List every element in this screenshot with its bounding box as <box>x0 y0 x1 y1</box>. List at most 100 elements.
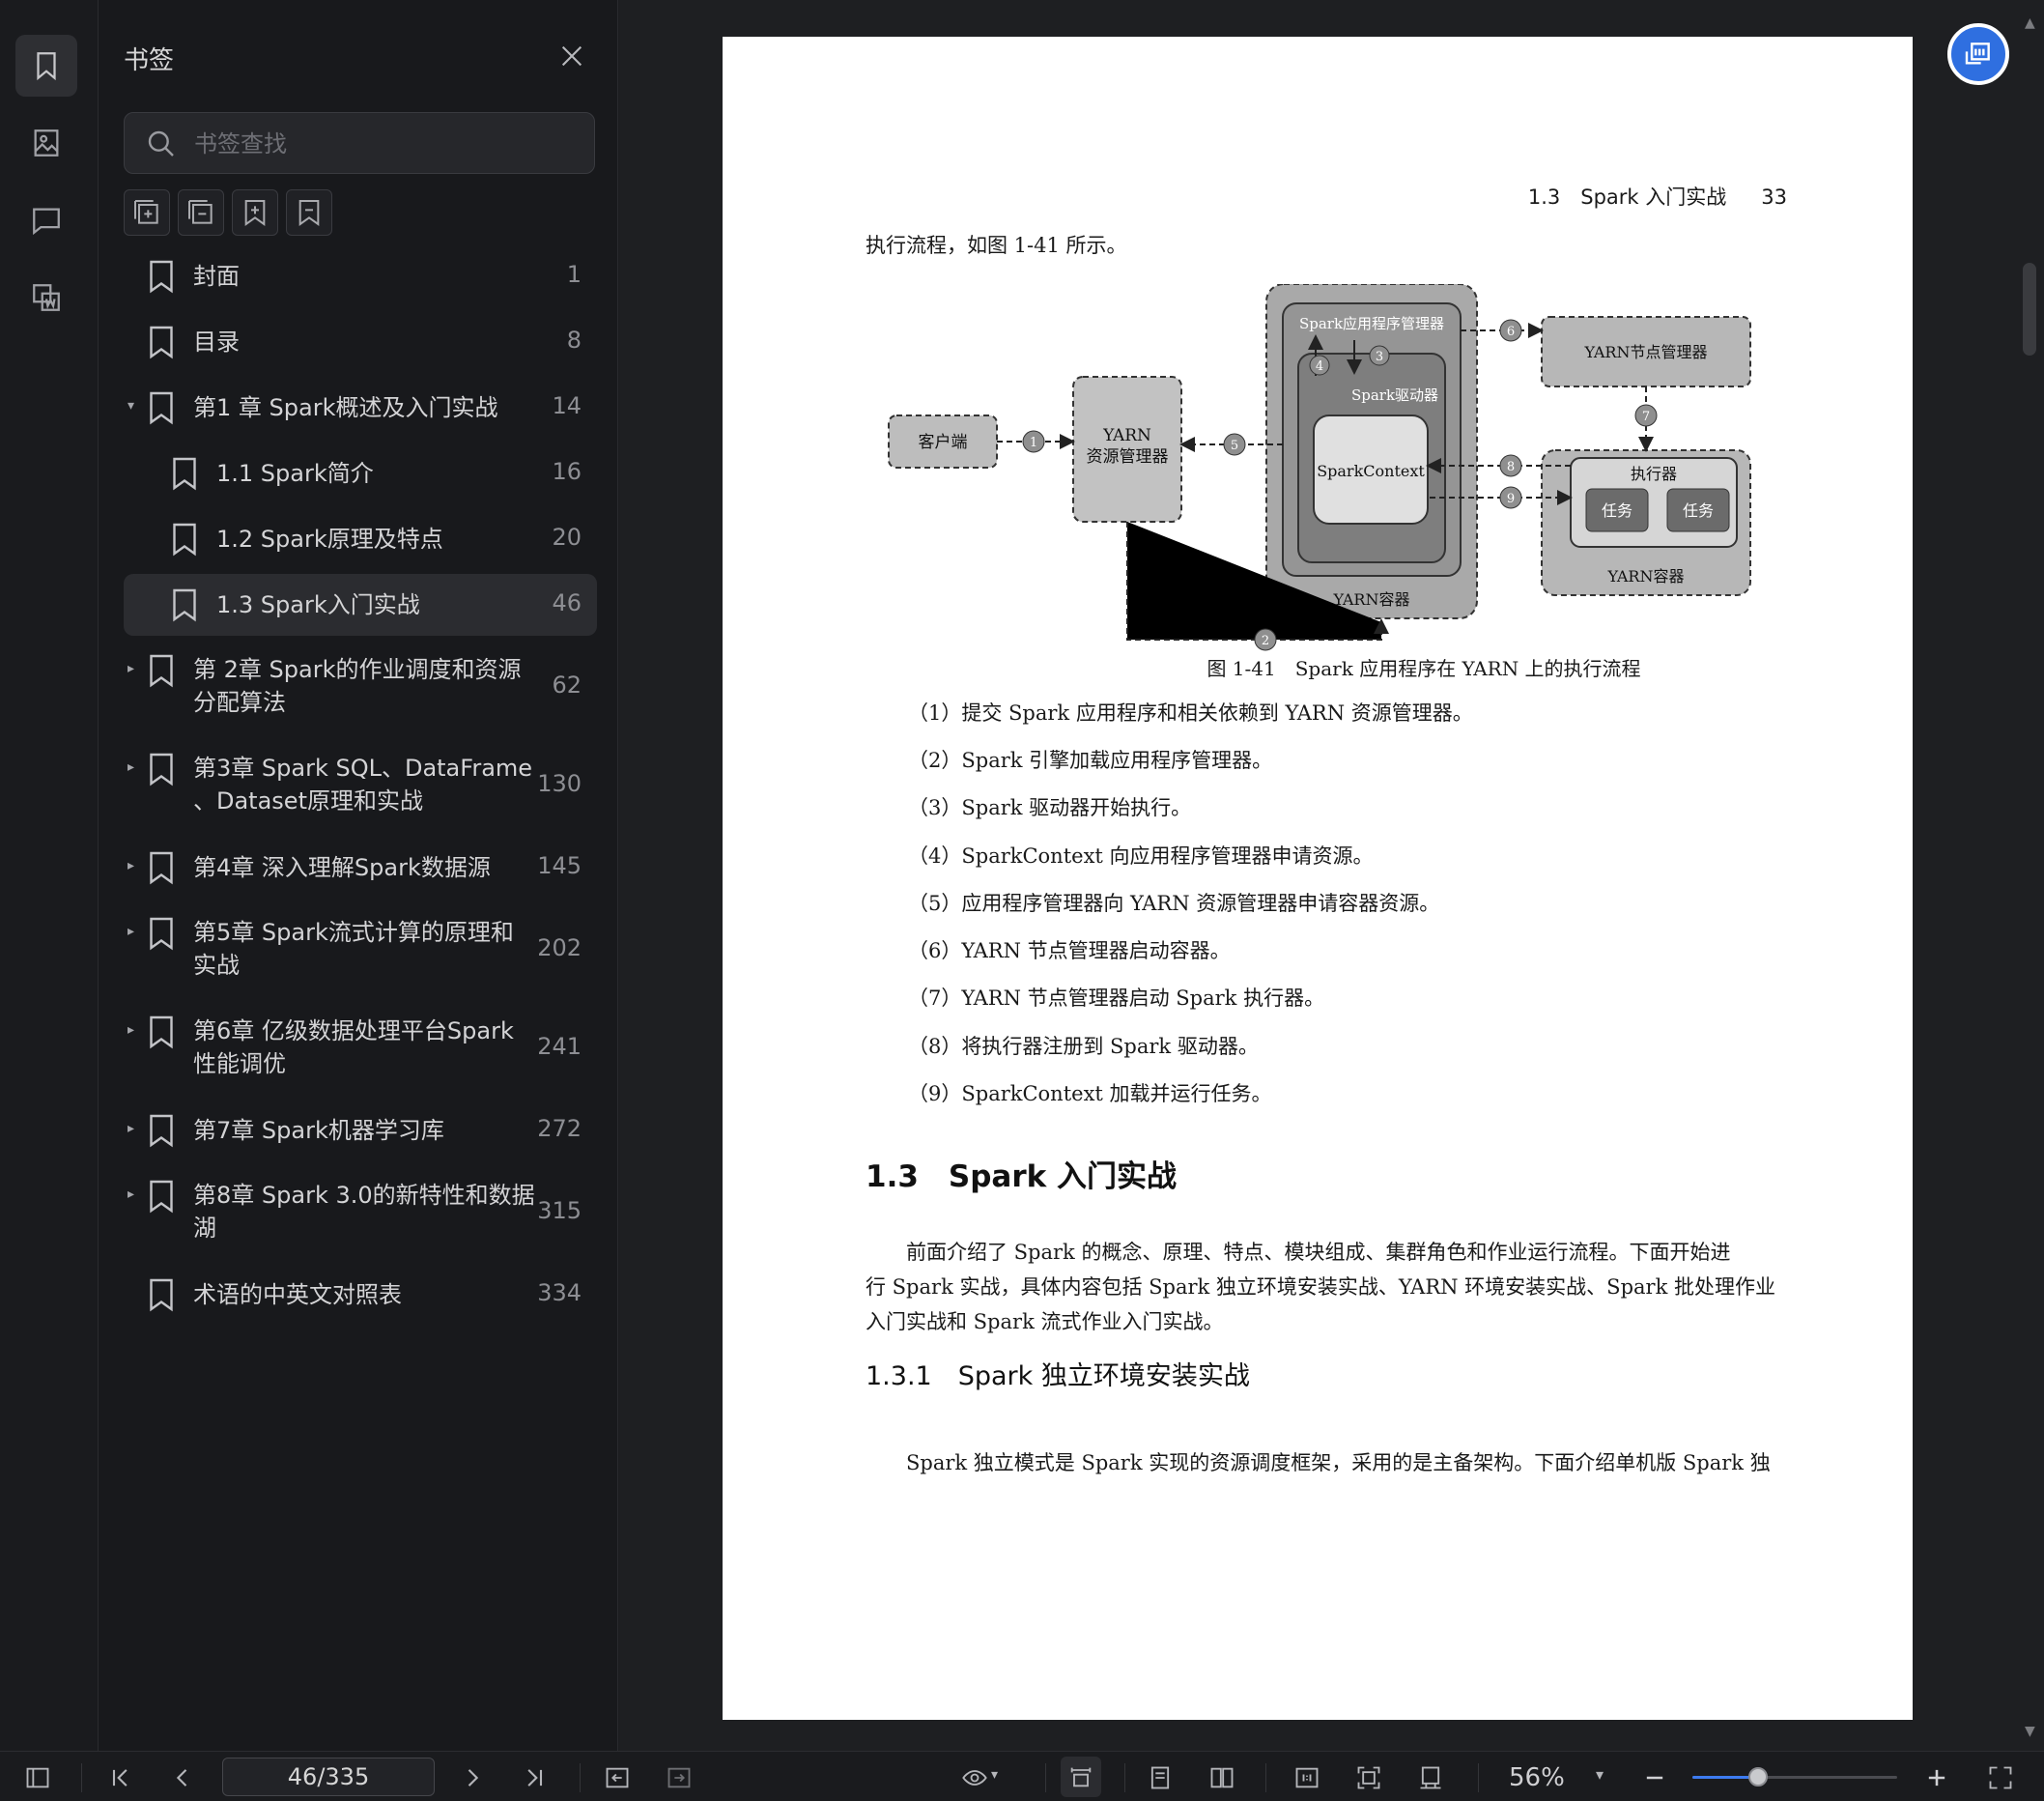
scroll-down-arrow[interactable]: ▼ <box>2025 1724 2035 1739</box>
comments-tab-button[interactable] <box>15 189 77 251</box>
bookmark-marker-button[interactable] <box>286 189 332 236</box>
badge-1-label: 1 <box>1030 436 1037 450</box>
last-page-icon <box>527 1769 543 1787</box>
panel-title: 书签 <box>124 46 175 75</box>
add-bookmark-button[interactable] <box>124 189 170 236</box>
thumbnails-tab-button[interactable] <box>15 112 77 174</box>
bookmark-page-number: 315 <box>537 1197 582 1224</box>
double-page-icon <box>1210 1767 1234 1788</box>
expand-caret-icon[interactable]: ▸ <box>128 661 134 676</box>
chevron-left-icon <box>176 1769 187 1787</box>
bookmark-item[interactable]: 1.3 Spark入门实战 46 <box>124 574 597 636</box>
expand-caret-icon[interactable]: ▸ <box>128 858 134 873</box>
zoom-dropdown-caret[interactable]: ▾ <box>1596 1765 1604 1784</box>
bookmark-label: 1.1 Spark简介 <box>216 460 374 487</box>
bookmark-label-continued: 性能调优 <box>193 1050 286 1077</box>
image-icon <box>34 129 59 157</box>
expand-caret-icon[interactable]: ▸ <box>128 924 134 939</box>
bookmark-icon <box>150 654 173 688</box>
bookmark-item[interactable]: ▸ 第6章 亿级数据处理平台Spark 性能调优 241 <box>124 1001 597 1096</box>
toggle-sidebar-button[interactable] <box>21 1761 54 1794</box>
bookmarks-tab-button[interactable] <box>15 35 77 97</box>
bookmark-item[interactable]: 封面 1 <box>124 245 597 307</box>
intro-text: 执行流程，如图 1-41 所示。 <box>866 234 1127 257</box>
convert-icon <box>33 284 60 311</box>
collapse-all-icon <box>188 200 213 224</box>
bookmark-icon <box>150 260 173 294</box>
section-paragraph-line: 行 Spark 实战，具体内容包括 Spark 独立环境安装实战、YARN 环境… <box>866 1275 1775 1299</box>
next-page-button[interactable] <box>456 1761 489 1794</box>
single-page-icon <box>1150 1766 1170 1789</box>
expand-caret-icon[interactable]: ▸ <box>128 1121 134 1136</box>
document-viewer[interactable]: 1.3 Spark 入门实战 33 执行流程，如图 1-41 所示。 客户端 YA… <box>619 0 2044 1751</box>
chevron-right-icon <box>468 1769 479 1787</box>
bookmark-item[interactable]: ▸ 第5章 Spark流式计算的原理和 实战 202 <box>124 902 597 997</box>
single-page-button[interactable] <box>1144 1761 1177 1794</box>
step-item: （9）SparkContext 加载并运行任务。 <box>908 1082 1272 1105</box>
expand-caret-icon[interactable]: ▸ <box>128 759 134 775</box>
close-icon[interactable] <box>558 43 585 70</box>
yarn-execution-diagram: 客户端 YARN 资源管理器 Spark应用程序管理器 Spark驱动器 Spa… <box>888 284 1751 651</box>
rotate-button[interactable] <box>1414 1761 1447 1794</box>
bookmark-search-input[interactable] <box>194 125 581 163</box>
bookmark-label: 第6章 亿级数据处理平台Spark <box>193 1017 514 1044</box>
convert-tab-button[interactable] <box>15 267 77 329</box>
bookmark-label: 第 2章 Spark的作业调度和资源 <box>193 656 522 683</box>
fit-width-button[interactable] <box>1061 1757 1101 1797</box>
bookmark-item[interactable]: ▸ 第4章 深入理解Spark数据源 145 <box>124 837 597 899</box>
step-item: （3）Spark 驱动器开始执行。 <box>908 796 1192 819</box>
scroll-up-arrow[interactable]: ▲ <box>2025 15 2035 31</box>
back-icon <box>606 1767 629 1788</box>
scrollbar-thumb[interactable] <box>2023 263 2036 356</box>
expand-caret-icon[interactable]: ▸ <box>128 1186 134 1202</box>
bookmark-icon <box>150 1114 173 1148</box>
fullscreen-button[interactable] <box>1984 1761 2017 1794</box>
new-bookmark-button[interactable] <box>232 189 278 236</box>
first-page-button[interactable] <box>104 1761 137 1794</box>
page-number-input[interactable]: 46/335 <box>222 1758 435 1796</box>
bookmark-label: 第7章 Spark机器学习库 <box>193 1117 444 1144</box>
task-label-2: 任务 <box>1683 501 1714 520</box>
step-item: （6）YARN 节点管理器启动容器。 <box>908 939 1231 962</box>
fit-page-button[interactable] <box>1352 1761 1385 1794</box>
bookmark-icon <box>173 588 196 622</box>
bookmark-page-number: 130 <box>537 770 582 797</box>
bookmark-label: 第1 章 Spark概述及入门实战 <box>193 394 498 421</box>
bookmark-item[interactable]: 目录 8 <box>124 311 597 373</box>
view-mode-caret[interactable]: ▾ <box>991 1767 998 1783</box>
actual-size-button[interactable] <box>1291 1761 1323 1794</box>
expand-caret-icon[interactable]: ▸ <box>128 1022 134 1038</box>
convert-floating-button[interactable] <box>1947 23 2009 85</box>
zoom-slider-handle[interactable] <box>1747 1767 1768 1787</box>
bookmark-item[interactable]: ▾ 第1 章 Spark概述及入门实战 14 <box>124 377 597 439</box>
bookmark-page-number: 202 <box>537 934 582 961</box>
expand-caret-icon[interactable]: ▾ <box>128 398 134 414</box>
bookmark-item[interactable]: 1.2 Spark原理及特点 20 <box>124 508 597 570</box>
bookmark-search-box <box>124 112 595 174</box>
document-page: 1.3 Spark 入门实战 33 执行流程，如图 1-41 所示。 客户端 YA… <box>723 37 1913 1720</box>
bookmark-item[interactable]: ▸ 第8章 Spark 3.0的新特性和数据湖 315 <box>124 1165 597 1260</box>
bookmark-label-continued: 实战 <box>193 952 240 979</box>
bookmark-item[interactable]: ▸ 第7章 Spark机器学习库 272 <box>124 1100 597 1161</box>
bookmark-label-continued: 分配算法 <box>193 689 286 716</box>
bookmark-item[interactable]: 术语的中英文对照表 334 <box>124 1264 597 1326</box>
step-item: （2）Spark 引擎加载应用程序管理器。 <box>908 749 1273 772</box>
go-back-button[interactable] <box>601 1761 634 1794</box>
last-page-button[interactable] <box>518 1761 551 1794</box>
zoom-out-button[interactable] <box>1638 1761 1671 1794</box>
double-page-button[interactable] <box>1206 1761 1238 1794</box>
collapse-bookmark-button[interactable] <box>178 189 224 236</box>
bookmark-item[interactable]: ▸ 第 2章 Spark的作业调度和资源 分配算法 62 <box>124 640 597 734</box>
bookmark-flag-icon <box>298 200 320 226</box>
bookmark-page-number: 16 <box>552 458 582 485</box>
bookmark-item[interactable]: 1.1 Spark简介 16 <box>124 443 597 504</box>
bookmark-item[interactable]: ▸ 第3章 Spark SQL、DataFrame 、Dataset原理和实战 130 <box>124 738 597 833</box>
zoom-in-button[interactable] <box>1920 1761 1953 1794</box>
forward-icon <box>667 1767 691 1788</box>
zoom-level[interactable]: 56% <box>1509 1763 1565 1792</box>
section-paragraph-line: 入门实战和 Spark 流式作业入门实战。 <box>866 1310 1224 1333</box>
bookmark-label: 术语的中英文对照表 <box>193 1281 402 1308</box>
go-forward-button[interactable] <box>663 1761 696 1794</box>
bookmark-icon <box>150 1015 173 1049</box>
previous-page-button[interactable] <box>166 1761 199 1794</box>
